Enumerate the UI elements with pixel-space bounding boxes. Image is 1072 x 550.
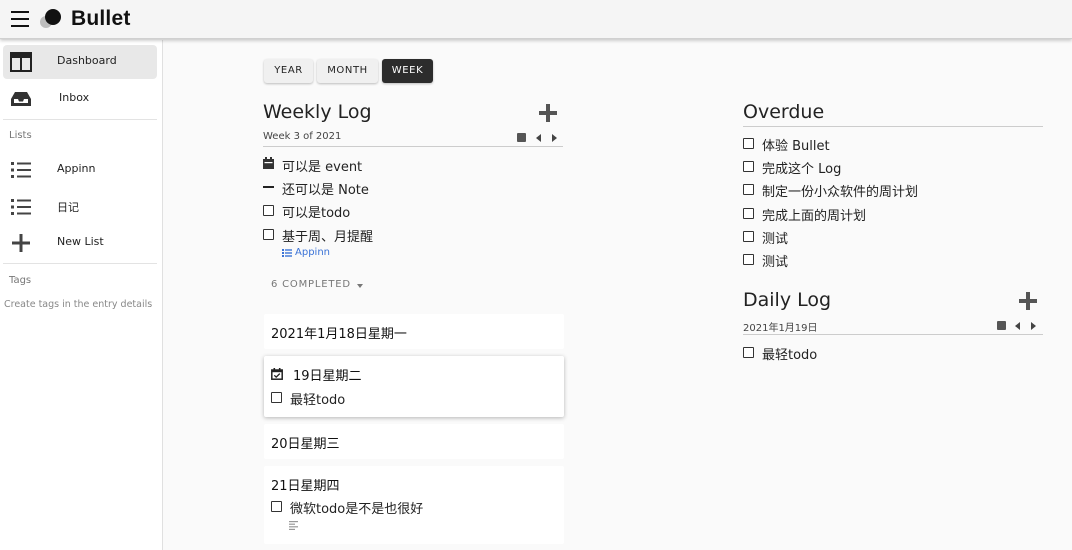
checkbox-icon[interactable]	[743, 231, 754, 242]
checkbox-icon[interactable]	[743, 184, 754, 195]
sidebar-item-label: Inbox	[59, 91, 90, 104]
weekly-log-title: Weekly Log	[263, 101, 372, 123]
dashboard-icon	[10, 52, 32, 72]
sidebar-divider	[3, 263, 157, 264]
notes-icon	[289, 521, 298, 530]
sidebar-item-appinn[interactable]: Appinn	[3, 153, 157, 187]
sidebar-item-diary[interactable]: 日记	[3, 190, 157, 224]
list-icon	[11, 162, 31, 178]
checkbox-icon[interactable]	[743, 254, 754, 265]
sidebar-item-label: Appinn	[57, 162, 96, 175]
entry-text: 最轻todo	[762, 348, 818, 363]
sidebar-item-dashboard[interactable]: Dashboard	[3, 45, 157, 79]
hamburger-icon[interactable]	[11, 11, 29, 27]
chevron-left-icon[interactable]	[1015, 322, 1020, 330]
entry-text: 可以是 event	[282, 160, 363, 175]
weekly-log-rule	[263, 146, 563, 147]
entry-text: 完成这个 Log	[762, 162, 842, 177]
completed-toggle[interactable]: 6 COMPLETED	[271, 279, 371, 293]
sidebar-divider	[3, 119, 157, 120]
lists-section-label: Lists	[9, 130, 32, 141]
entry-text: 还可以是 Note	[282, 183, 369, 198]
checkbox-icon[interactable]	[743, 161, 754, 172]
plus-icon	[12, 234, 30, 252]
sidebar-item-label: 日记	[57, 201, 79, 214]
brand-name: Bullet	[71, 7, 131, 30]
checkbox-icon[interactable]	[263, 205, 274, 216]
inbox-icon	[11, 92, 31, 106]
entry-text: 体验 Bullet	[762, 139, 830, 154]
tag-link-label: Appinn	[295, 247, 330, 258]
add-weekly-entry-button[interactable]	[539, 104, 557, 122]
add-daily-entry-button[interactable]	[1019, 292, 1037, 310]
sidebar-item-label: Dashboard	[57, 54, 117, 67]
sidebar-item-label: New List	[57, 235, 104, 248]
entry-text: 测试	[762, 232, 789, 247]
daily-log-subtitle: 2021年1月19日	[743, 323, 818, 334]
checkbox-icon[interactable]	[743, 138, 754, 149]
sidebar: Dashboard Inbox Lists Appinn 日记 New List…	[0, 40, 163, 550]
day-card-title: 2021年1月18日星期一	[271, 327, 407, 342]
chevron-left-icon[interactable]	[536, 134, 541, 142]
calendar-icon[interactable]	[517, 133, 526, 142]
daily-log-title: Daily Log	[743, 289, 832, 311]
overdue-rule	[743, 126, 1043, 127]
day-card-title: 21日星期四	[271, 479, 340, 494]
caret-down-icon	[357, 284, 363, 288]
calendar-icon[interactable]	[997, 321, 1006, 330]
chevron-right-icon[interactable]	[1031, 322, 1036, 330]
tags-section-label: Tags	[9, 275, 32, 286]
calendar-icon	[271, 368, 283, 380]
entry-text: 制定一份小众软件的周计划	[762, 185, 919, 200]
note-dash-icon	[263, 186, 274, 188]
top-bar: Bullet	[0, 0, 1072, 39]
list-icon	[11, 199, 31, 215]
checkbox-icon[interactable]	[271, 392, 282, 403]
event-icon	[263, 157, 274, 169]
entry-text: 最轻todo	[290, 393, 346, 408]
entry-text: 微软todo是不是也很好	[290, 502, 424, 517]
day-card-title: 19日星期二	[293, 369, 362, 384]
entry-text: 可以是todo	[282, 206, 351, 221]
weekly-log-subtitle: Week 3 of 2021	[263, 131, 342, 142]
sidebar-item-new-list[interactable]: New List	[3, 226, 157, 260]
bullet-logo-icon	[40, 9, 61, 28]
tags-hint: Create tags in the entry details	[4, 299, 153, 310]
daily-log-rule	[743, 334, 1043, 335]
checkbox-icon[interactable]	[743, 347, 754, 358]
day-card-title: 20日星期三	[271, 437, 340, 452]
view-week-button[interactable]: WEEK	[382, 59, 433, 83]
view-year-button[interactable]: YEAR	[264, 59, 313, 83]
sidebar-item-inbox[interactable]: Inbox	[3, 82, 157, 116]
chevron-right-icon[interactable]	[552, 134, 557, 142]
entry-text: 基于周、月提醒	[282, 230, 374, 245]
checkbox-icon[interactable]	[263, 229, 274, 240]
list-icon	[282, 249, 292, 257]
day-card[interactable]: 21日星期四 微软todo是不是也很好	[264, 466, 564, 544]
checkbox-icon[interactable]	[271, 501, 282, 512]
checkbox-icon[interactable]	[743, 208, 754, 219]
day-card[interactable]: 2021年1月18日星期一	[264, 314, 564, 349]
day-card[interactable]: 20日星期三	[264, 424, 564, 459]
day-card-today[interactable]: 19日星期二 最轻todo	[264, 356, 564, 417]
overdue-title: Overdue	[743, 101, 825, 123]
entry-text: 完成上面的周计划	[762, 209, 867, 224]
entry-text: 测试	[762, 255, 789, 270]
completed-label: 6 COMPLETED	[271, 279, 351, 290]
view-month-button[interactable]: MONTH	[317, 59, 378, 83]
